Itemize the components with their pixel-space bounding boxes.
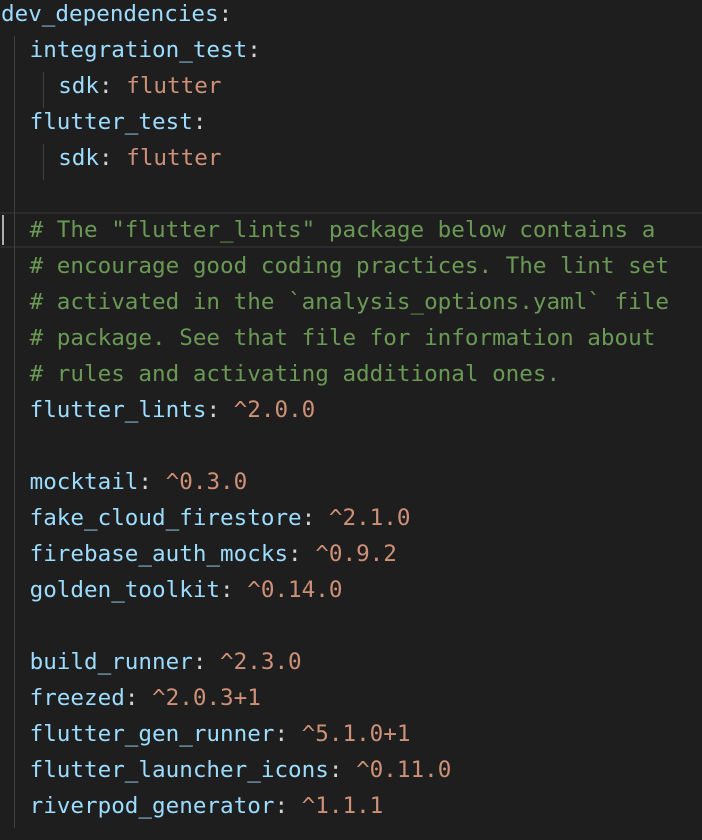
code-token-punc: : <box>247 37 261 63</box>
code-token-str: ^0.14.0 <box>247 577 343 603</box>
code-token-key: flutter_gen_runner <box>29 721 275 747</box>
code-line[interactable]: flutter_launcher_icons: ^0.11.0 <box>0 752 702 788</box>
code-token-str: ^0.9.2 <box>315 541 397 567</box>
code-line[interactable]: freezed: ^2.0.3+1 <box>0 680 702 716</box>
indent-guide <box>14 36 15 828</box>
code-token-str: flutter <box>126 145 222 171</box>
code-token-key: mocktail <box>29 469 139 495</box>
code-token-comment: # activated in the `analysis_options.yam… <box>29 289 669 315</box>
code-token-str: ^5.1.0+1 <box>301 721 411 747</box>
code-token-key: flutter_test <box>29 109 193 135</box>
code-line[interactable] <box>0 176 702 212</box>
code-token-punc: : <box>192 649 221 675</box>
code-token-punc: : <box>192 109 207 135</box>
code-token-comment: # encourage good coding practices. The l… <box>29 253 669 279</box>
code-token-comment: # The "flutter_lints" package below cont… <box>29 217 656 243</box>
code-token-comment: # package. See that file for information… <box>29 325 656 351</box>
code-token-key: integration_test <box>29 37 248 63</box>
code-token-punc: : <box>301 505 329 531</box>
code-token-punc: : <box>274 793 302 819</box>
code-token-punc: : <box>220 577 248 603</box>
code-token-key: fake_cloud_firestore <box>29 505 302 531</box>
code-line[interactable]: flutter_lints: ^2.0.0 <box>0 392 702 428</box>
code-token-punc: : <box>218 1 233 27</box>
code-token-key: riverpod_generator <box>29 793 275 819</box>
text-cursor <box>2 215 4 245</box>
code-line[interactable]: build_runner: ^2.3.0 <box>0 644 702 680</box>
code-token-key: sdk <box>58 145 99 171</box>
code-token-str: ^2.0.3+1 <box>152 685 261 711</box>
code-line[interactable]: riverpod_generator: ^1.1.1 <box>0 788 702 824</box>
code-token-punc: : <box>138 469 166 495</box>
code-token-punc: : <box>99 145 127 171</box>
code-token-punc: : <box>124 685 153 711</box>
code-token-key: golden_toolkit <box>29 577 221 603</box>
code-token-punc: : <box>288 541 316 567</box>
code-line[interactable] <box>0 608 702 644</box>
code-line[interactable]: integration_test: <box>0 32 702 68</box>
code-token-str: ^2.3.0 <box>220 649 302 675</box>
code-token-punc: : <box>99 73 127 99</box>
code-token-key: freezed <box>29 685 125 711</box>
code-token-str: ^1.1.1 <box>301 793 384 819</box>
code-token-str: flutter <box>126 73 222 99</box>
indent-guide <box>43 144 44 180</box>
code-line[interactable]: fake_cloud_firestore: ^2.1.0 <box>0 500 702 536</box>
code-token-str: ^2.0.0 <box>233 397 316 423</box>
code-token-str: ^0.11.0 <box>356 757 452 783</box>
code-line[interactable]: sdk: flutter <box>0 140 702 176</box>
code-token-comment: # rules and activating additional ones. <box>29 361 561 387</box>
indent-guide <box>43 72 44 108</box>
code-token-str: ^2.1.0 <box>328 505 411 531</box>
code-line[interactable]: sdk: flutter <box>0 68 702 104</box>
code-token-str: ^0.3.0 <box>165 469 248 495</box>
code-line[interactable]: # The "flutter_lints" package below cont… <box>0 212 702 248</box>
code-line[interactable]: dev_dependencies: <box>0 0 702 32</box>
code-line[interactable]: # encourage good coding practices. The l… <box>0 248 702 284</box>
code-token-punc: : <box>274 721 302 747</box>
code-line[interactable]: # package. See that file for information… <box>0 320 702 356</box>
code-line[interactable]: golden_toolkit: ^0.14.0 <box>0 572 702 608</box>
code-token-key: flutter_launcher_icons <box>29 757 329 783</box>
code-token-key: build_runner <box>29 649 193 675</box>
code-line[interactable]: mocktail: ^0.3.0 <box>0 464 702 500</box>
code-line[interactable]: # activated in the `analysis_options.yam… <box>0 284 702 320</box>
code-line[interactable] <box>0 428 702 464</box>
code-token-key: dev_dependencies <box>1 1 219 27</box>
code-token-key: flutter_lints <box>29 397 207 423</box>
code-token-key: sdk <box>58 73 99 99</box>
code-line[interactable]: # rules and activating additional ones. <box>0 356 702 392</box>
code-line[interactable]: flutter_test: <box>0 104 702 140</box>
code-token-key: firebase_auth_mocks <box>29 541 289 567</box>
code-line[interactable]: flutter_gen_runner: ^5.1.0+1 <box>0 716 702 752</box>
code-editor[interactable]: dev_dependencies: integration_test: sdk: f… <box>0 0 702 840</box>
code-token-punc: : <box>328 757 357 783</box>
code-token-punc: : <box>206 397 234 423</box>
code-line[interactable]: firebase_auth_mocks: ^0.9.2 <box>0 536 702 572</box>
